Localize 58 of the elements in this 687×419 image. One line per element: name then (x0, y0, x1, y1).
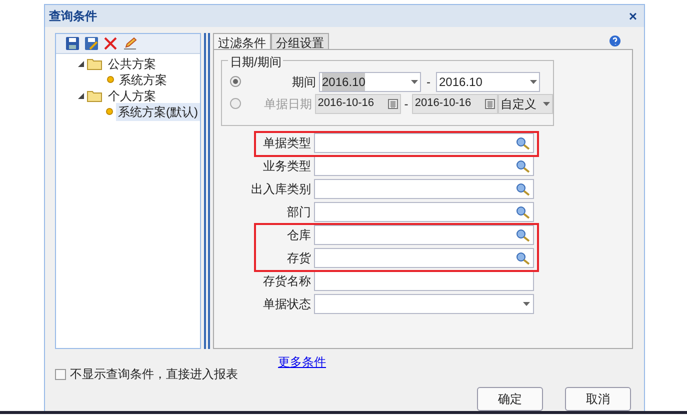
period-label: 期间 (291, 74, 317, 91)
search-icon[interactable] (516, 228, 530, 242)
tree-item[interactable]: 系统方案(默认) (116, 102, 200, 121)
edit-icon[interactable] (123, 36, 137, 50)
tree-item[interactable]: 个人方案 (106, 86, 158, 105)
date-label: 单据日期 (262, 96, 313, 113)
dropdown-caret-icon[interactable] (543, 102, 550, 106)
close-button[interactable]: × (628, 8, 637, 23)
tree-item[interactable]: 系统方案 (117, 70, 169, 89)
input-field[interactable] (314, 225, 534, 246)
expander-icon[interactable] (78, 92, 84, 99)
dialog-button[interactable]: 取消 (565, 387, 631, 411)
search-icon[interactable] (516, 182, 530, 196)
input-field[interactable] (314, 156, 534, 176)
field-label: 仓库 (286, 227, 312, 244)
dialog-button[interactable]: 确定 (477, 387, 543, 411)
field-label: 部门 (286, 204, 312, 222)
checkbox-label: 不显示查询条件，直接进入报表 (70, 366, 238, 383)
field-label: 存货名称 (262, 273, 312, 290)
dropdown-caret-icon[interactable] (523, 302, 530, 306)
more-conditions-link[interactable]: 更多条件 (278, 352, 326, 371)
search-icon[interactable] (516, 252, 530, 265)
splitter[interactable] (201, 32, 213, 349)
tree-item[interactable]: 公共方案 (106, 54, 158, 73)
input-field[interactable] (314, 248, 534, 268)
input-field[interactable] (314, 179, 534, 200)
field-label: 单据类型 (262, 135, 312, 152)
range-separator: - (403, 96, 410, 113)
expander-icon[interactable] (78, 60, 84, 67)
dropdown-caret-icon[interactable] (530, 80, 537, 84)
folder-icon (87, 90, 103, 102)
save-icon[interactable] (66, 36, 79, 50)
field-label: 业务类型 (262, 158, 312, 176)
input-field[interactable] (314, 133, 534, 154)
window-title: 查询条件 (49, 8, 97, 25)
delete-icon[interactable] (104, 36, 117, 50)
dropdown-caret-icon[interactable] (411, 80, 418, 84)
input-field[interactable] (314, 294, 534, 314)
help-icon[interactable] (609, 34, 621, 47)
folder-icon (87, 58, 103, 70)
field-label: 存货 (286, 250, 312, 268)
search-icon[interactable] (516, 160, 530, 173)
tab[interactable]: 分组设置 (271, 32, 329, 49)
input-field[interactable] (314, 271, 534, 292)
search-icon[interactable] (516, 206, 530, 219)
period-to-select[interactable]: 2016.10 (436, 72, 540, 92)
tab[interactable]: 过滤条件 (213, 32, 271, 49)
search-icon[interactable] (516, 136, 530, 150)
calendar-icon[interactable] (388, 98, 398, 109)
range-separator: - (426, 74, 432, 91)
save-as-icon[interactable] (85, 36, 98, 50)
field-label: 出入库类别 (250, 181, 312, 198)
radio-button[interactable] (230, 76, 241, 88)
field-label: 单据状态 (262, 296, 312, 314)
checkbox[interactable] (55, 368, 66, 380)
calendar-icon[interactable] (484, 98, 495, 109)
period-from-select[interactable]: 2016.10 (319, 72, 421, 92)
input-field[interactable] (314, 202, 534, 222)
